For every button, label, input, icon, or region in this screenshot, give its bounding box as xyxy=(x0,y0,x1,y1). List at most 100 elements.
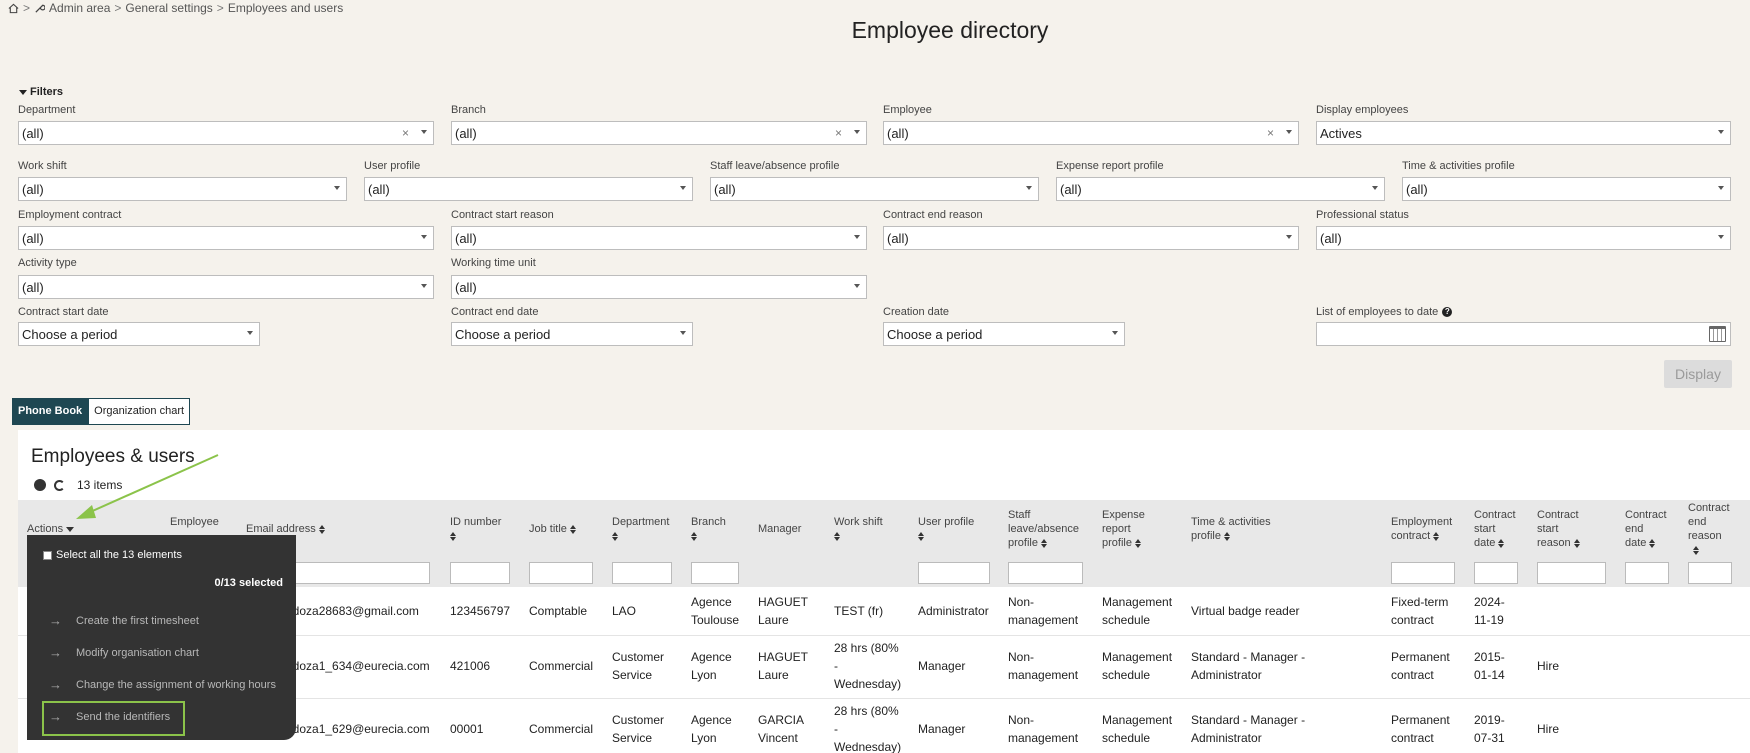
row-leave: Non-management xyxy=(1008,711,1078,747)
col-expense[interactable]: Expense report profile xyxy=(1102,508,1145,550)
checkbox-icon[interactable] xyxy=(43,550,52,560)
row-cstart-l1: 2019- xyxy=(1474,713,1505,727)
col-job[interactable]: Job title xyxy=(529,522,577,536)
clear-icon[interactable]: × xyxy=(835,126,842,140)
profile-filter-input[interactable] xyxy=(918,562,990,584)
tab-phone-book[interactable]: Phone Book xyxy=(12,398,89,425)
row-job: Commercial xyxy=(529,659,594,673)
chevron-down-icon xyxy=(1718,186,1724,190)
email-filter-input[interactable] xyxy=(288,562,430,584)
row-branch: Agence Toulouse xyxy=(691,593,739,629)
department-select[interactable]: (all) × xyxy=(18,121,434,145)
branch-select[interactable]: (all) × xyxy=(451,121,867,145)
creation-date-select[interactable]: Choose a period xyxy=(883,322,1125,346)
cend-filter-input[interactable] xyxy=(1625,562,1669,584)
col-email[interactable]: Email address xyxy=(246,522,326,536)
col-branch-label: Branch xyxy=(691,516,726,528)
creason-filter-input[interactable] xyxy=(1537,562,1606,584)
col-dept[interactable]: Department xyxy=(612,515,669,543)
home-icon[interactable] xyxy=(8,3,19,14)
cstart-filter-input[interactable] xyxy=(1474,562,1518,584)
row-contract-l1: Permanent xyxy=(1391,713,1450,727)
employment-contract-label: Employment contract xyxy=(18,209,122,221)
branch-filter-input[interactable] xyxy=(691,562,739,584)
clear-icon[interactable]: × xyxy=(402,126,409,140)
row-contract: Permanent contract xyxy=(1391,711,1450,747)
col-id[interactable]: ID number xyxy=(450,515,501,543)
col-creason[interactable]: Contract start reason xyxy=(1537,508,1581,550)
refresh-icon[interactable] xyxy=(54,479,65,491)
col-cend-l3: date xyxy=(1625,537,1647,549)
row-cstart-l1: 2015- xyxy=(1474,650,1505,664)
contract-start-reason-select[interactable]: (all) xyxy=(451,226,867,250)
col-tap[interactable]: Time & activities profile xyxy=(1191,515,1271,543)
row-email[interactable]: ndoza28683@gmail.com xyxy=(286,602,419,620)
contract-filter-input[interactable] xyxy=(1391,562,1455,584)
activity-type-value: (all) xyxy=(22,280,44,295)
row-expense: Management schedule xyxy=(1102,648,1172,684)
row-creason: Hire xyxy=(1537,722,1560,736)
row-cstart: 2015- 01-14 xyxy=(1474,648,1505,684)
gear-icon[interactable] xyxy=(34,479,46,491)
time-activities-select[interactable]: (all) xyxy=(1402,177,1731,201)
expense-profile-select[interactable]: (all) xyxy=(1056,177,1385,201)
contract-end-date-label: Contract end date xyxy=(451,306,539,318)
col-cend[interactable]: Contract end date xyxy=(1625,508,1667,550)
col-contract[interactable]: Employment contract xyxy=(1391,515,1452,543)
employee-select[interactable]: (all) × xyxy=(883,121,1299,145)
employment-contract-select[interactable]: (all) xyxy=(18,226,434,250)
select-all-checkbox[interactable]: Select all the 13 elements xyxy=(43,549,182,561)
sort-icon xyxy=(612,531,619,541)
row-dept: Customer Service xyxy=(612,711,664,747)
display-button[interactable]: Display xyxy=(1664,360,1732,388)
col-cendreason[interactable]: Contract end reason xyxy=(1688,501,1730,557)
staff-leave-select[interactable]: (all) xyxy=(710,177,1039,201)
staff-leave-label: Staff leave/absence profile xyxy=(710,160,840,172)
row-email[interactable]: ndoza1_629@eurecia.com xyxy=(286,720,430,738)
row-tap-l2: Administrator xyxy=(1191,731,1262,745)
contract-end-reason-select[interactable]: (all) xyxy=(883,226,1299,250)
job-filter-input[interactable] xyxy=(529,562,593,584)
cendreason-filter-input[interactable] xyxy=(1688,562,1732,584)
breadcrumb-admin-area[interactable]: Admin area xyxy=(49,1,110,15)
activity-type-select[interactable]: (all) xyxy=(18,275,434,299)
display-employees-value: Actives xyxy=(1320,126,1362,141)
breadcrumb-general-settings[interactable]: General settings xyxy=(125,1,212,15)
calendar-icon[interactable] xyxy=(1709,326,1726,342)
row-manager-l2: Laure xyxy=(758,668,789,682)
dept-filter-input[interactable] xyxy=(612,562,672,584)
col-leave[interactable]: Staff leave/absence profile xyxy=(1008,508,1079,550)
col-employee[interactable]: Employee xyxy=(170,515,219,529)
question-circle-icon[interactable]: ? xyxy=(1442,307,1453,317)
col-branch[interactable]: Branch xyxy=(691,515,726,543)
leave-filter-input[interactable] xyxy=(1008,562,1083,584)
list-to-date-label: List of employees to date xyxy=(1316,306,1439,318)
professional-status-select[interactable]: (all) xyxy=(1316,226,1731,250)
clear-icon[interactable]: × xyxy=(1267,126,1274,140)
menu-item-modify-org-chart[interactable]: → Modify organisation chart xyxy=(49,645,199,660)
menu-item-change-working-hours[interactable]: → Change the assignment of working hours xyxy=(49,677,276,692)
row-profile: Administrator xyxy=(918,604,989,618)
menu-item-create-timesheet[interactable]: → Create the first timesheet xyxy=(49,613,199,628)
list-to-date-input[interactable] xyxy=(1316,322,1731,346)
user-profile-select[interactable]: (all) xyxy=(364,177,693,201)
row-email[interactable]: ndoza1_634@eurecia.com xyxy=(286,657,430,675)
tab-organization-chart[interactable]: Organization chart xyxy=(88,398,191,425)
col-cendreason-l3: reason xyxy=(1688,530,1722,542)
contract-end-reason-value: (all) xyxy=(887,231,909,246)
contract-end-date-select[interactable]: Choose a period xyxy=(451,322,693,346)
work-shift-select[interactable]: (all) xyxy=(18,177,347,201)
filters-toggle[interactable]: Filters xyxy=(19,86,63,98)
actions-dropdown[interactable]: Actions xyxy=(27,522,75,536)
display-employees-select[interactable]: Actives xyxy=(1316,121,1731,145)
id-filter-input[interactable] xyxy=(450,562,510,584)
contract-start-date-select[interactable]: Choose a period xyxy=(18,322,260,346)
row-profile: Manager xyxy=(918,722,966,736)
col-profile-label: User profile xyxy=(918,516,975,528)
col-cstart[interactable]: Contract start date xyxy=(1474,508,1516,550)
working-time-unit-select[interactable]: (all) xyxy=(451,275,867,299)
table-toolbar: 13 items xyxy=(34,478,122,492)
row-branch-l2: Toulouse xyxy=(691,613,740,627)
col-profile[interactable]: User profile xyxy=(918,515,974,543)
col-shift[interactable]: Work shift xyxy=(834,515,883,543)
